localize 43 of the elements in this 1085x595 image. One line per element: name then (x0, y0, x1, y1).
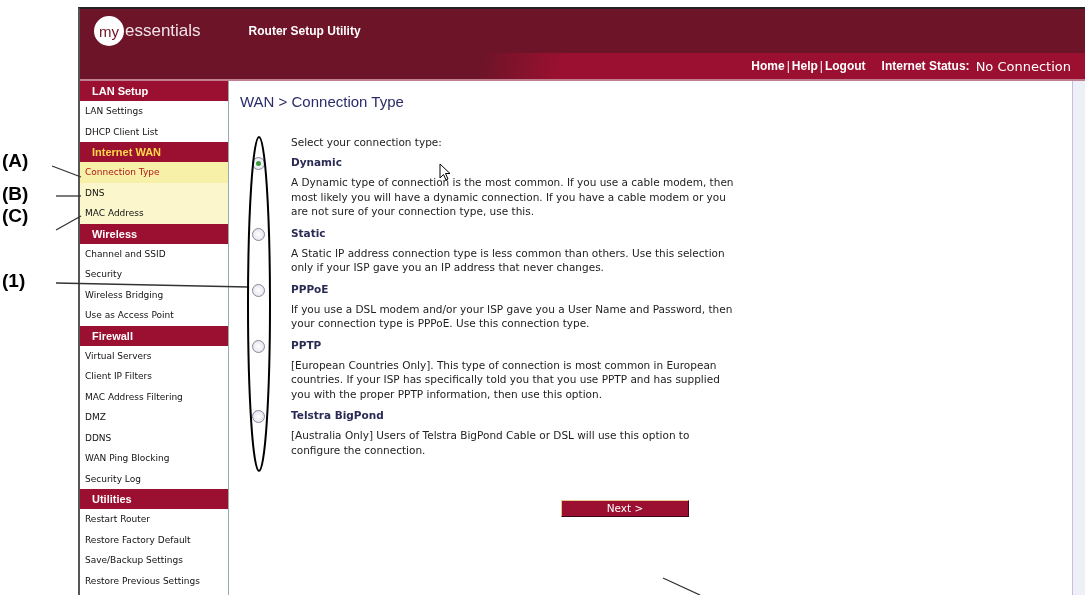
option-description: [European Countries Only]. This type of connection is most common in European countries. If your ISP has specifically told you that you use PPTP and has supplied you with the proper PPTP information, then use this option. (291, 357, 721, 401)
status-value: No Connection (975, 58, 1071, 74)
leader-line (662, 577, 701, 595)
link-separator: | (786, 59, 790, 73)
prompt-text: Select your connection type: (291, 136, 443, 148)
option-label: Static (291, 226, 327, 239)
header-link[interactable]: Logout (824, 59, 866, 73)
radio-button[interactable] (252, 283, 265, 297)
option-description: [Australia Only] Users of Telstra BigPond Cable or DSL will use this option to configure the connection. (291, 428, 691, 457)
status-label: Internet Status: (881, 59, 970, 73)
callout-label: (C) (2, 205, 29, 227)
sidebar-section-title: LAN Setup (80, 81, 228, 101)
sidebar-section-title: Utilities (80, 489, 228, 509)
next-button[interactable]: Next > (561, 499, 689, 517)
sidebar-item[interactable]: MAC Address (80, 203, 228, 224)
radio-button[interactable] (252, 227, 265, 241)
app-title: Router Setup Utility (248, 24, 361, 38)
radio-button[interactable] (252, 339, 265, 353)
link-separator: | (819, 59, 823, 73)
callout-label: (1) (2, 270, 26, 292)
option-label: PPTP (291, 338, 323, 351)
sidebar-section-title: Internet WAN (80, 142, 228, 162)
leader-line (55, 215, 82, 231)
sidebar-section-title: Firewall (80, 325, 228, 346)
radio-button[interactable] (252, 410, 265, 423)
option-description: A Static IP address connection type is less common than others. Use this selection only if your ISP gave you an IP address that never changes. (291, 245, 726, 275)
option-label: Telstra BigPond (291, 409, 385, 421)
header-link[interactable]: Help (791, 59, 818, 73)
option-description: If you use a DSL modem and/or your ISP gave you a User Name and Password, then your connection type is PPPoE. Use this connection type. (291, 301, 734, 331)
sidebar-item[interactable]: Connection Type (80, 162, 228, 183)
callout-label: (B) (2, 183, 29, 205)
header-link[interactable]: Home (751, 59, 785, 73)
logo-badge: my (94, 16, 124, 46)
page-title: WAN > Connection Type (240, 93, 405, 110)
option-label: Dynamic (291, 156, 343, 168)
option-label: PPPoE (291, 282, 330, 295)
logo-wordmark: essentials (125, 21, 201, 41)
leader-line (51, 165, 82, 178)
option-description: A Dynamic type of connection is the most common. If you use a cable modem, then most likely you will have a dynamic connection. If you have a cable modem or you are not sure of your connection type, use this. (291, 175, 735, 219)
sidebar-section-title: Wireless (80, 223, 228, 244)
leader-line (55, 195, 82, 197)
sidebar-item[interactable]: DNS (80, 182, 228, 203)
callout-label: (A) (2, 150, 29, 172)
